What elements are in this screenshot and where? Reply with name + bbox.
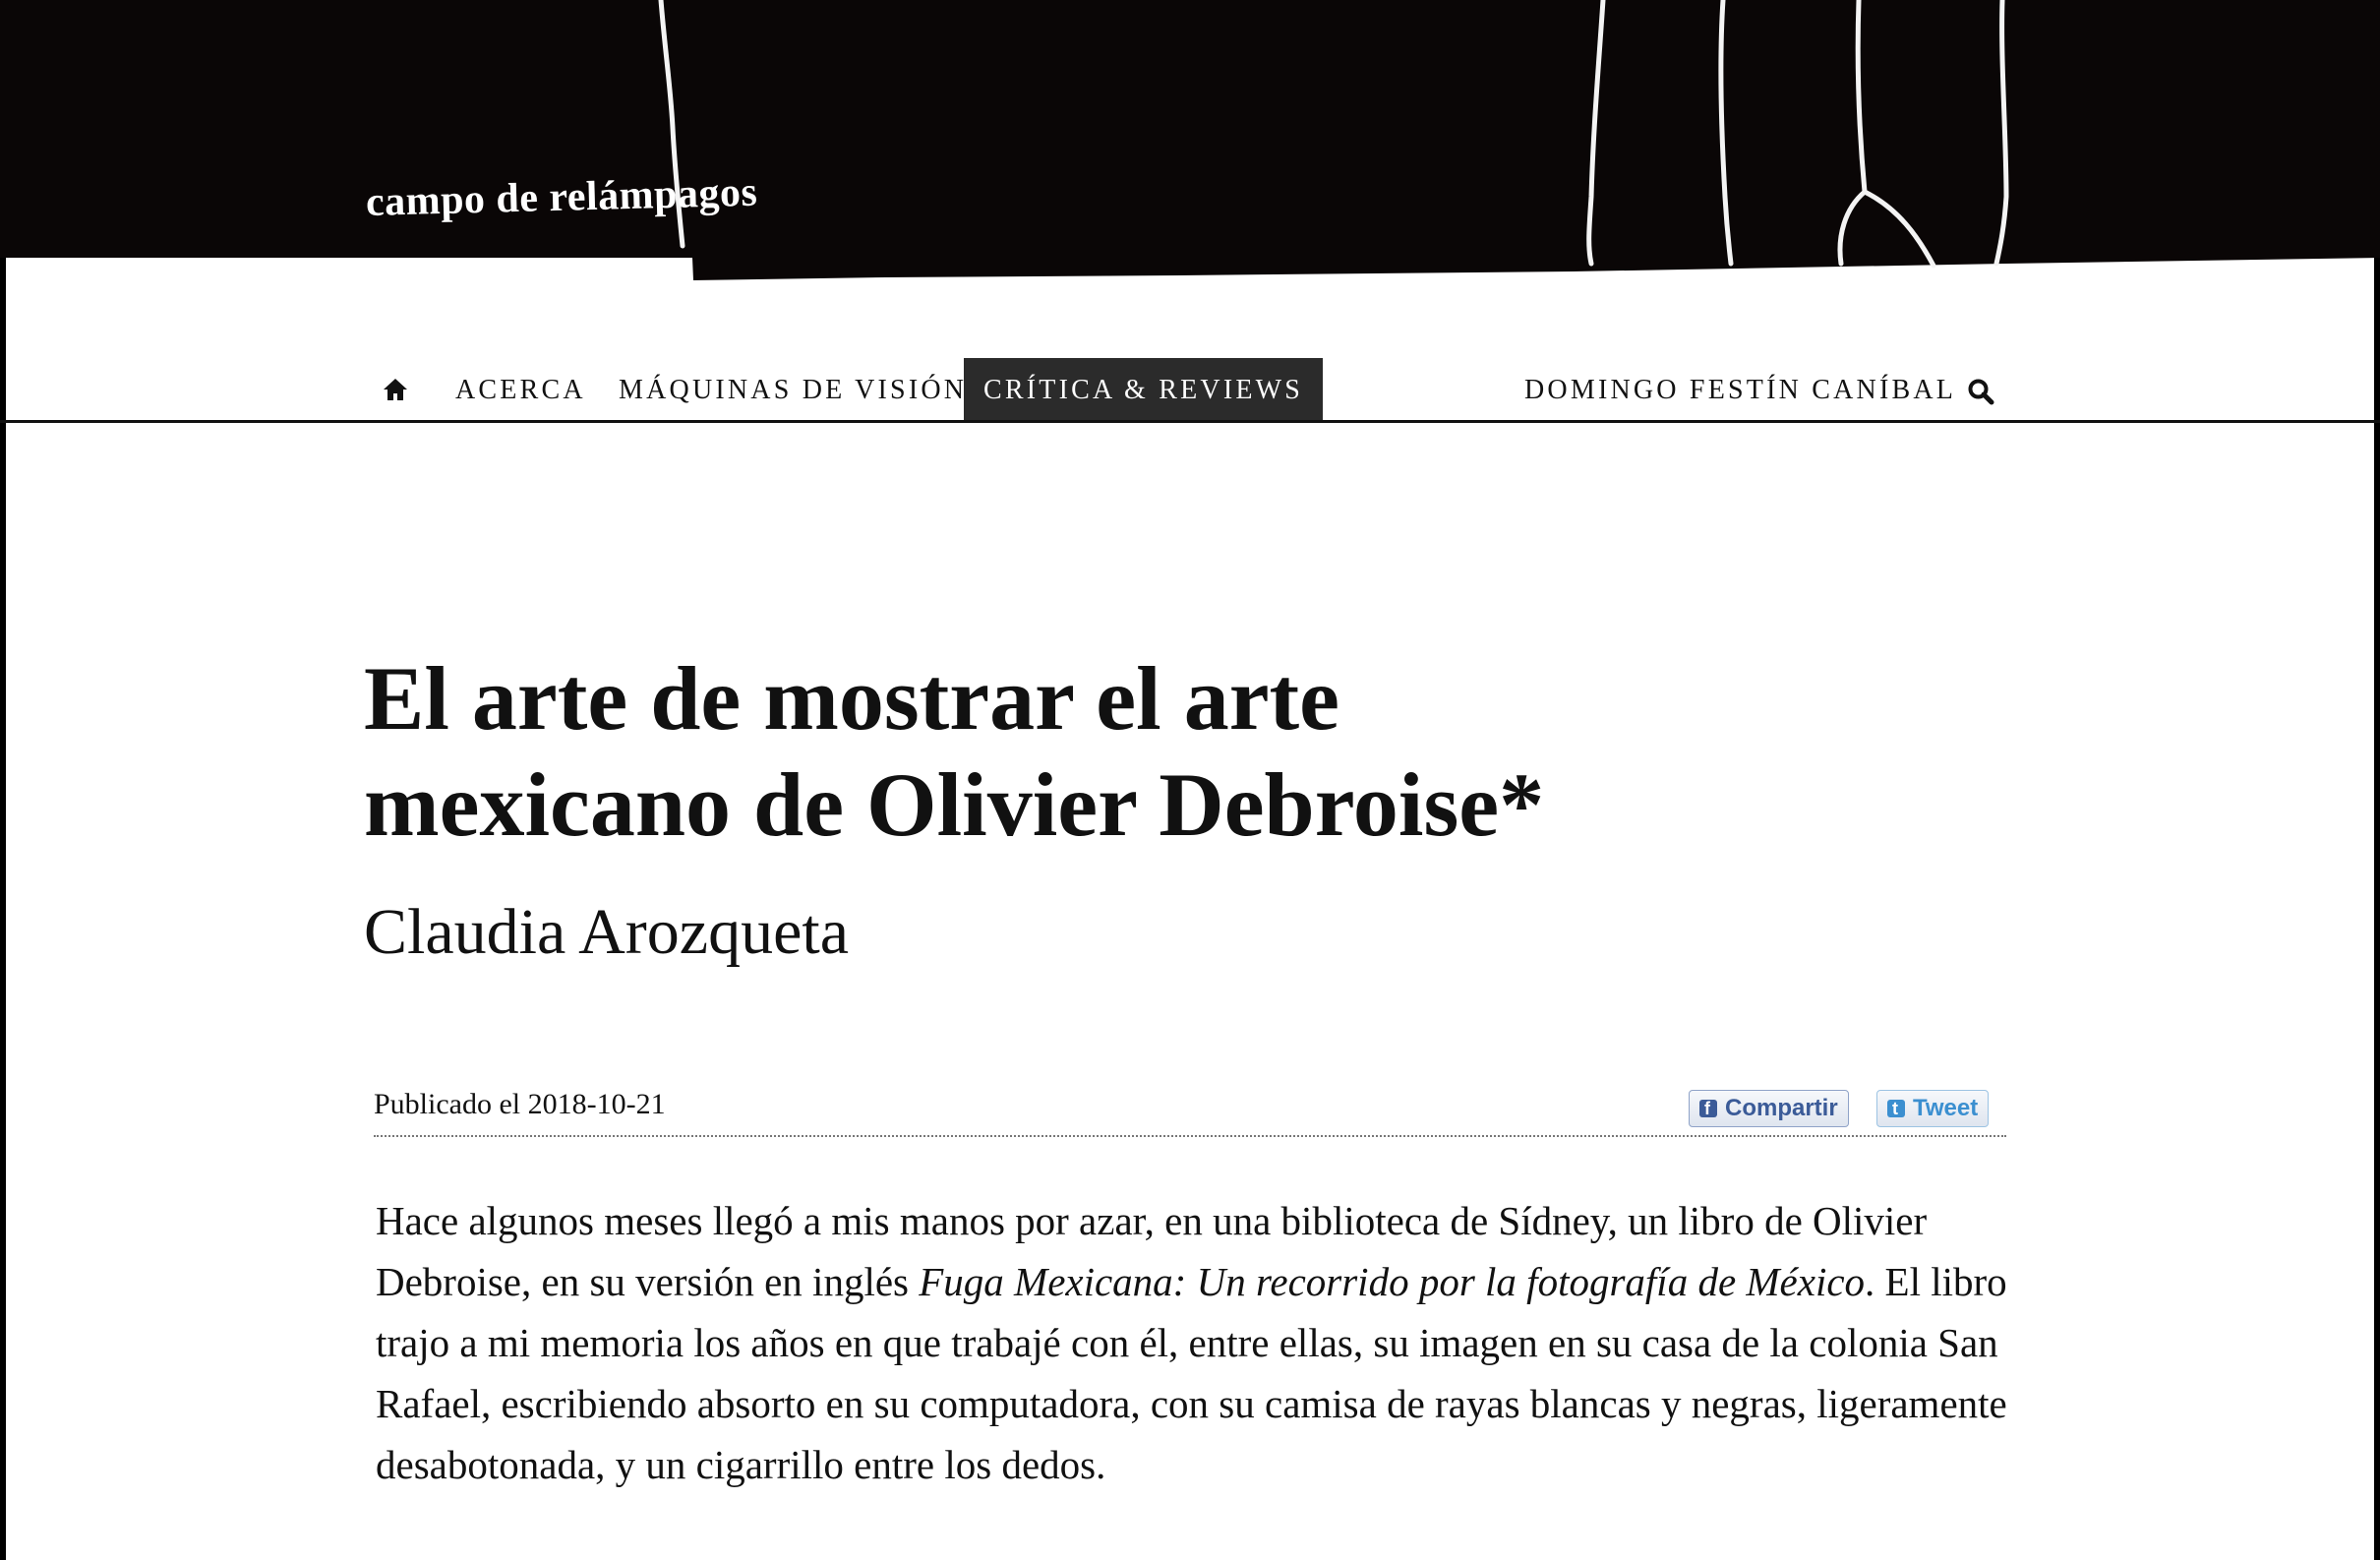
article-meta-bar: Publicado el 2018-10-21 Compartir Tweet (374, 1086, 2006, 1137)
main-navigation: ACERCA MÁQUINAS DE VISIÓN CRÍTICA & REVI… (0, 358, 2380, 423)
nav-item-domingo-festin-canibal[interactable]: DOMINGO FESTÍN CANÍBAL (1524, 358, 1956, 423)
banner-artwork (0, 0, 2380, 280)
facebook-icon (1699, 1091, 1717, 1126)
book-title: Fuga Mexicana: Un recorrido por la fotog… (919, 1259, 1866, 1304)
header-banner: campo de relámpagos (0, 0, 2380, 285)
search-icon[interactable] (1967, 378, 1994, 405)
nav-item-critica-reviews[interactable]: CRÍTICA & REVIEWS (964, 358, 1324, 423)
nav-item-acerca[interactable]: ACERCA (455, 358, 586, 423)
home-icon[interactable] (382, 376, 409, 403)
tweet-button[interactable]: Tweet (1876, 1090, 1990, 1127)
nav-divider (0, 420, 2380, 423)
tweet-label: Tweet (1913, 1095, 1979, 1121)
facebook-share-label: Compartir (1725, 1095, 1838, 1121)
article-author: Claudia Arozqueta (364, 896, 850, 968)
article-title: El arte de mostrar el arte mexicano de O… (364, 648, 1545, 855)
facebook-share-button[interactable]: Compartir (1689, 1090, 1849, 1127)
twitter-icon (1887, 1091, 1905, 1126)
publish-date: Publicado el 2018-10-21 (374, 1088, 666, 1120)
nav-item-maquinas-de-vision[interactable]: MÁQUINAS DE VISIÓN (619, 358, 967, 423)
article-paragraph: Hace algunos meses llegó a mis manos por… (376, 1190, 2008, 1495)
